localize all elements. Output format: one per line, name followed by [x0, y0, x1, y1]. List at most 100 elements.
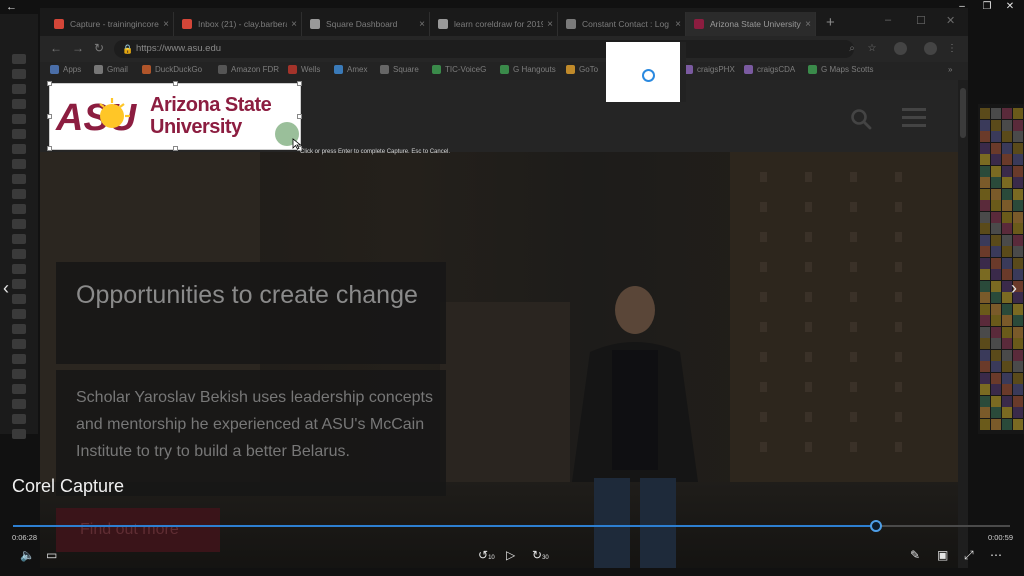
color-swatch[interactable]	[991, 372, 1001, 384]
selection-handle[interactable]	[173, 81, 178, 86]
color-swatch[interactable]	[1013, 418, 1023, 430]
color-swatch[interactable]	[991, 108, 1001, 119]
color-swatch[interactable]	[980, 292, 990, 303]
color-swatch[interactable]	[980, 315, 990, 326]
color-swatch[interactable]	[980, 384, 990, 395]
close-icon[interactable]: ×	[287, 19, 301, 30]
bookmark-craigsphx[interactable]: craigsPHX	[684, 65, 735, 74]
tool-icon[interactable]	[12, 174, 26, 184]
page-scrollbar[interactable]	[958, 80, 968, 568]
color-swatch[interactable]	[1002, 211, 1012, 223]
selection-handle[interactable]	[297, 81, 302, 86]
scrollbar-thumb[interactable]	[960, 88, 966, 138]
close-icon[interactable]: ×	[159, 19, 173, 30]
color-swatch[interactable]	[991, 234, 1001, 246]
bookmark-maps[interactable]: G Maps Scotts	[808, 65, 873, 74]
color-swatch[interactable]	[980, 361, 990, 372]
bookmark-tic-voiceg[interactable]: TIC-VoiceG	[432, 65, 486, 74]
play-icon[interactable]: ▷	[506, 548, 515, 562]
color-swatch[interactable]	[1002, 234, 1012, 246]
color-swatch[interactable]	[1013, 142, 1023, 154]
extension-icon[interactable]	[894, 42, 907, 55]
color-swatch[interactable]	[1002, 326, 1012, 338]
tool-icon[interactable]	[12, 249, 26, 259]
color-swatch[interactable]	[991, 338, 1001, 349]
color-swatch[interactable]	[1013, 108, 1023, 119]
color-swatch[interactable]	[991, 131, 1001, 142]
more-menu-icon[interactable]: ⋮	[946, 43, 958, 55]
back-arrow-icon[interactable]: ←	[6, 0, 17, 14]
find-out-more-button[interactable]: Find out more	[56, 508, 220, 552]
color-swatch[interactable]	[991, 407, 1001, 418]
color-swatch[interactable]	[980, 280, 990, 292]
color-swatch[interactable]	[980, 200, 990, 211]
zoom-icon[interactable]: ⌕	[846, 43, 858, 55]
color-swatch[interactable]	[980, 303, 990, 315]
tab-asu[interactable]: Arizona State University ×	[686, 12, 816, 36]
color-swatch[interactable]	[1013, 407, 1023, 418]
fullscreen-icon[interactable]: ⤢	[964, 548, 974, 562]
tool-icon[interactable]	[12, 99, 26, 109]
color-swatch[interactable]	[991, 211, 1001, 223]
color-swatch[interactable]	[980, 223, 990, 234]
browser-minimize-icon[interactable]: –	[885, 14, 891, 26]
color-swatch[interactable]	[991, 165, 1001, 177]
tool-icon[interactable]	[12, 414, 26, 424]
tool-icon[interactable]	[12, 399, 26, 409]
color-swatch[interactable]	[980, 269, 990, 280]
color-swatch[interactable]	[991, 361, 1001, 372]
color-swatch[interactable]	[1013, 372, 1023, 384]
capture-selection[interactable]: ASU Arizona State University	[47, 81, 302, 151]
seek-bar[interactable]	[13, 520, 1010, 532]
color-swatch[interactable]	[991, 395, 1001, 407]
color-swatch[interactable]	[1002, 154, 1012, 165]
tool-icon[interactable]	[12, 84, 26, 94]
more-options-icon[interactable]: ⋯	[990, 548, 1002, 562]
color-swatch[interactable]	[980, 142, 990, 154]
bookmarks-overflow-icon[interactable]: »	[948, 65, 952, 74]
color-swatch[interactable]	[980, 326, 990, 338]
bookmark-hangouts[interactable]: G Hangouts	[500, 65, 556, 74]
profile-avatar[interactable]	[924, 42, 937, 55]
volume-icon[interactable]: 🔈	[20, 548, 35, 562]
bookmark-duckduckgo[interactable]: DuckDuckGo	[142, 65, 202, 74]
color-swatch[interactable]	[1013, 303, 1023, 315]
color-swatch[interactable]	[991, 315, 1001, 326]
close-icon[interactable]: ✕	[1000, 0, 1020, 14]
color-swatch[interactable]	[980, 154, 990, 165]
color-swatch[interactable]	[991, 326, 1001, 338]
color-swatch[interactable]	[991, 303, 1001, 315]
color-swatch[interactable]	[1002, 349, 1012, 361]
color-swatch[interactable]	[1013, 246, 1023, 257]
color-swatch[interactable]	[1002, 361, 1012, 372]
bookmark-goto[interactable]: GoTo	[566, 65, 598, 74]
color-swatch[interactable]	[1013, 223, 1023, 234]
color-swatch[interactable]	[1002, 338, 1012, 349]
selection-handle[interactable]	[47, 114, 52, 119]
selection-handle[interactable]	[173, 146, 178, 151]
tool-icon[interactable]	[12, 219, 26, 229]
bookmark-craigscda[interactable]: craigsCDA	[744, 65, 795, 74]
selection-handle[interactable]	[297, 114, 302, 119]
minimize-icon[interactable]: –	[952, 0, 972, 14]
color-swatch[interactable]	[991, 349, 1001, 361]
color-swatch[interactable]	[1013, 326, 1023, 338]
color-swatch[interactable]	[980, 257, 990, 269]
close-icon[interactable]: ×	[543, 19, 557, 30]
color-swatch[interactable]	[1013, 165, 1023, 177]
color-swatch[interactable]	[1013, 384, 1023, 395]
tab-inbox[interactable]: Inbox (21) - clay.barbera ×	[174, 12, 302, 36]
color-swatch[interactable]	[1013, 257, 1023, 269]
search-icon[interactable]	[850, 108, 872, 130]
tool-icon[interactable]	[12, 204, 26, 214]
tool-icon[interactable]	[12, 114, 26, 124]
color-swatch[interactable]	[1002, 165, 1012, 177]
color-swatch[interactable]	[1002, 142, 1012, 154]
tool-icon[interactable]	[12, 129, 26, 139]
color-swatch[interactable]	[1002, 384, 1012, 395]
edit-pencil-icon[interactable]: ✎	[910, 548, 920, 562]
tab-constant-contact[interactable]: Constant Contact : Log ×	[558, 12, 686, 36]
color-swatch[interactable]	[980, 165, 990, 177]
bookmark-amazon[interactable]: Amazon FDR	[218, 65, 279, 74]
color-swatch[interactable]	[1002, 223, 1012, 234]
